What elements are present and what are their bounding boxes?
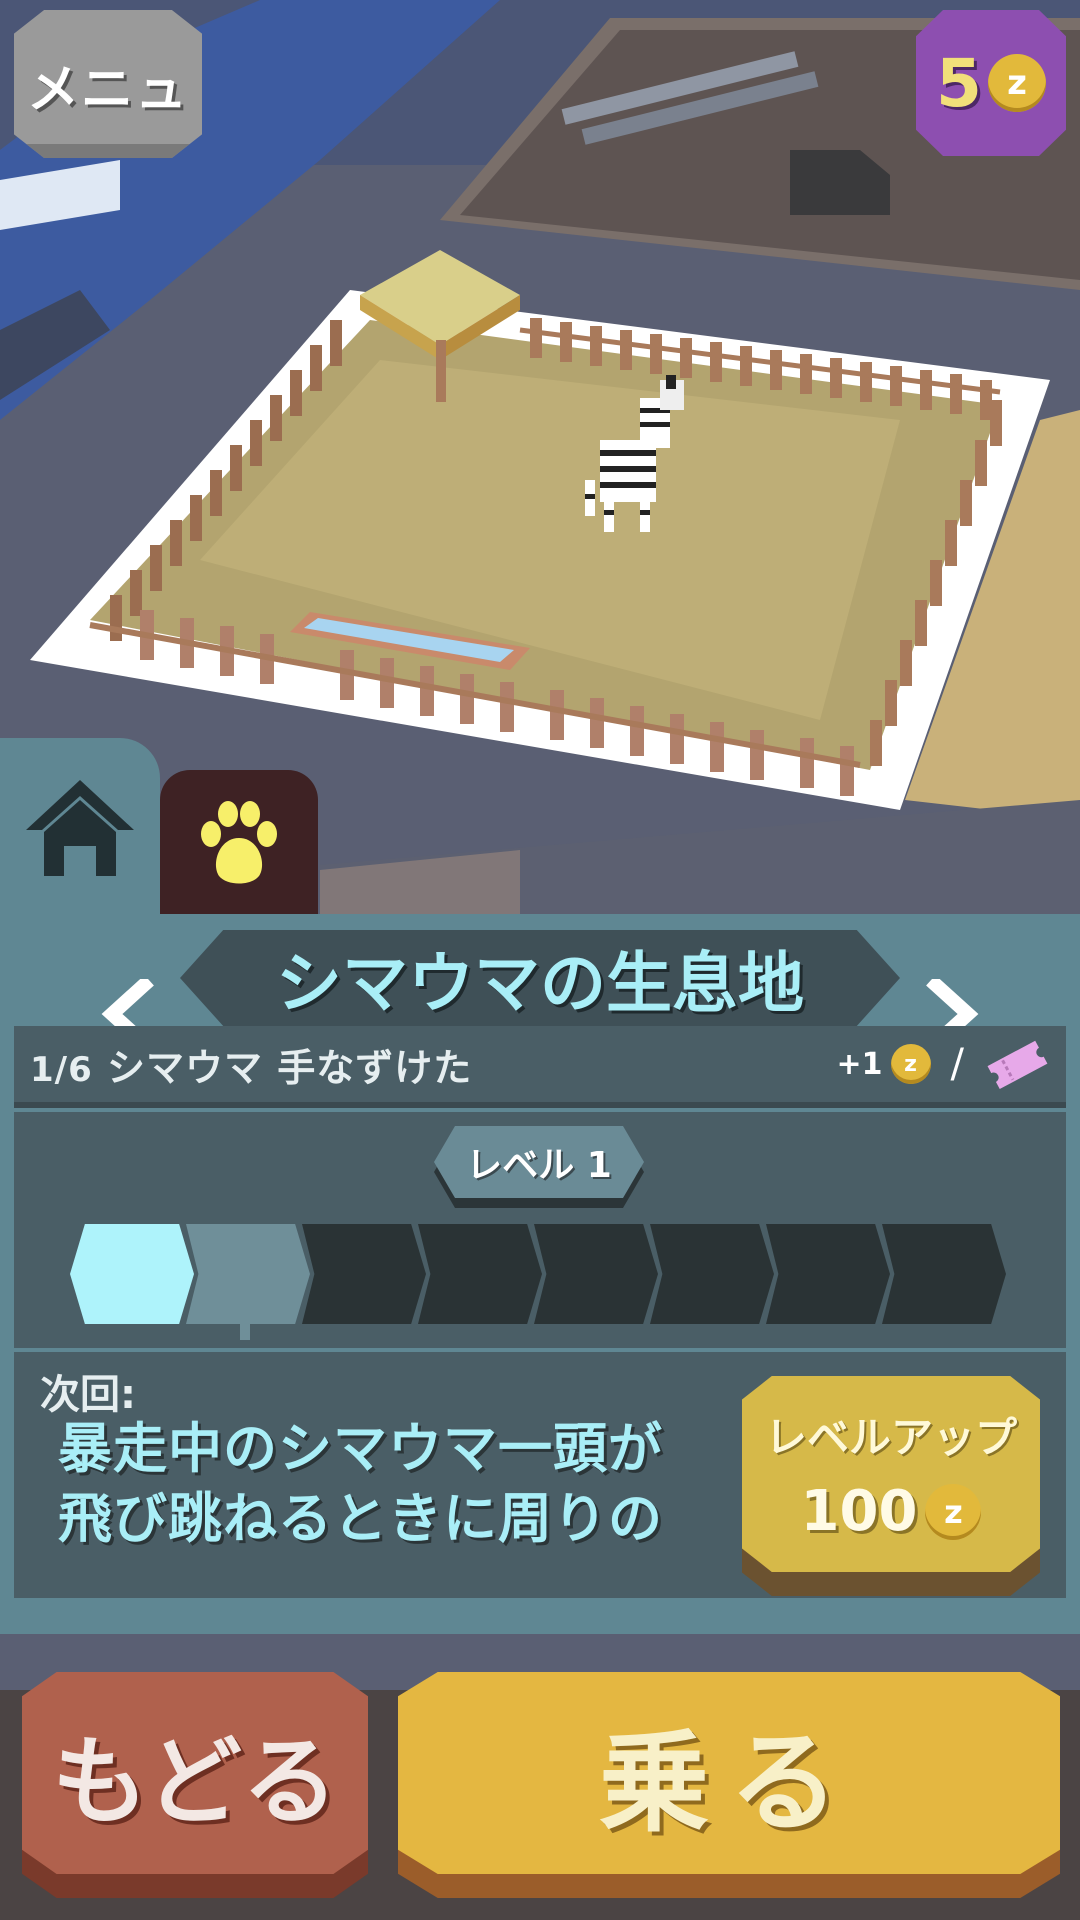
level-segment — [882, 1224, 1006, 1324]
level-badge: レベル 1 — [434, 1126, 644, 1198]
habitat-panel: シマウマの生息地 1/6 シマウマ 手なずけた +1 z / レベル 1 次回:… — [0, 914, 1080, 1634]
next-description-line-2: 飛び跳ねるときに周りの — [58, 1487, 663, 1550]
next-description-line-1: 暴走中のシマウマ一頭が — [58, 1417, 663, 1480]
level-segment — [650, 1224, 774, 1324]
home-icon — [26, 780, 134, 876]
back-label: もどる — [51, 1725, 339, 1838]
next-unlock-area: 次回: 暴走中のシマウマ一頭が 飛び跳ねるときに周りの レベルアップ 100 z — [14, 1352, 1066, 1598]
progress-marker — [240, 1324, 250, 1340]
coin-icon: z — [987, 54, 1046, 112]
level-up-label: レベルアップ — [764, 1413, 1017, 1462]
next-label: 次回: — [40, 1372, 136, 1418]
tamed-text: シマウマ 手なずけた — [106, 1045, 473, 1090]
back-button[interactable]: もどる — [22, 1672, 368, 1898]
ride-button[interactable]: 乗る — [398, 1672, 1060, 1898]
level-label: レベル 1 — [466, 1145, 612, 1186]
level-segment — [70, 1224, 194, 1324]
level-area: レベル 1 — [14, 1112, 1066, 1348]
level-up-price: 100 — [800, 1479, 918, 1544]
reward-amount: +1 — [836, 1046, 883, 1082]
tamed-fraction: 1/6 — [30, 1049, 93, 1090]
coin-icon: z — [925, 1483, 982, 1540]
coin-icon: z — [890, 1044, 931, 1084]
ticket-icon — [987, 1040, 1048, 1090]
level-segment — [186, 1224, 310, 1324]
habitat-title-plate: シマウマの生息地 — [180, 930, 900, 1026]
next-description: 暴走中のシマウマ一頭が 飛び跳ねるときに周りの — [58, 1414, 738, 1554]
level-segment — [534, 1224, 658, 1324]
level-up-cost: 100 z — [801, 1479, 982, 1544]
menu-button[interactable]: メニュ — [14, 10, 202, 158]
back-button-face: もどる — [22, 1672, 368, 1874]
paw-icon — [201, 801, 277, 884]
level-segment — [766, 1224, 890, 1324]
coin-count: 5 — [936, 44, 982, 122]
level-segment — [418, 1224, 542, 1324]
tamed-info-bar: 1/6 シマウマ 手なずけた +1 z / — [14, 1026, 1066, 1108]
tamed-status: 1/6 シマウマ 手なずけた — [30, 1037, 837, 1092]
reward-separator: / — [950, 1041, 964, 1087]
ride-label: 乗る — [599, 1719, 859, 1847]
reward: +1 z — [837, 1044, 931, 1084]
ride-button-face: 乗る — [398, 1672, 1060, 1874]
level-up-button-face: レベルアップ 100 z — [742, 1376, 1040, 1572]
tab-habitat[interactable] — [0, 738, 160, 918]
habitat-title: シマウマの生息地 — [276, 945, 804, 1022]
coin-balance: 5 z — [916, 10, 1066, 156]
menu-label: メニュ — [26, 59, 189, 120]
level-up-button[interactable]: レベルアップ 100 z — [742, 1376, 1040, 1596]
level-segment — [302, 1224, 426, 1324]
tab-animal[interactable] — [160, 770, 318, 918]
